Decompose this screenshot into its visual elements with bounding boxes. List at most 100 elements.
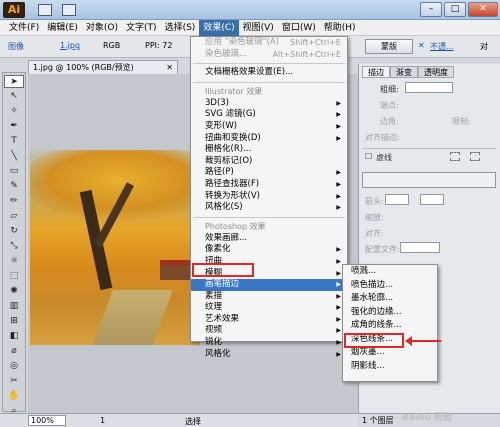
close-button[interactable]: ✕ [468,2,498,17]
submenu-arrow-icon: ▶ [336,169,341,177]
menu-item-warp[interactable]: 变形(W) ▶ [191,121,347,133]
menu-item-svg-filters[interactable]: SVG 滤镜(G) ▶ [191,109,347,121]
menu-window[interactable]: 窗口(W) [278,20,320,36]
magic-wand-tool-icon[interactable]: ✧ [4,105,24,118]
warp-tool-icon[interactable]: ☼ [4,255,24,268]
profile-label: 配置文件: [365,245,400,254]
submenu-item-ink-outlines[interactable]: 墨水轮廓... [343,292,437,306]
menu-item-3d[interactable]: 3D(3) ▶ [191,98,347,110]
mesh-tool-icon[interactable]: ⊞ [4,315,24,328]
menu-item-path[interactable]: 路径(P) ▶ [191,167,347,179]
page-number[interactable]: 1 [100,416,105,425]
graph-tool-icon[interactable]: ▥ [4,300,24,313]
menu-type[interactable]: 文字(T) [122,20,161,36]
menu-item-stylize-ai[interactable]: 风格化(S) ▶ [191,202,347,214]
submenu-arrow-icon: ▶ [336,99,341,107]
rectangle-tool-icon[interactable]: ▭ [4,165,24,178]
submenu-item-spatter[interactable]: 喷溅... [343,265,437,279]
direct-selection-tool-icon[interactable]: ↖ [4,90,24,103]
menu-item-sharpen[interactable]: 锐化 ▶ [191,337,347,349]
weight-field[interactable] [405,82,453,93]
selection-tool-icon[interactable]: ➤ [4,75,24,88]
document-raster-settings-item[interactable]: 文档栅格效果设置(E)... [191,67,347,79]
scale-tool-icon[interactable]: ⤡ [4,240,24,253]
menu-edit[interactable]: 编辑(E) [43,20,82,36]
apply-last-effect-item[interactable]: 应用 "染色玻璃"(A) Shift+Ctrl+E [191,37,347,49]
menu-item-stylize-ps[interactable]: 风格化 ▶ [191,349,347,361]
line-tool-icon[interactable]: ╲ [4,150,24,163]
bridge-icon[interactable] [38,4,52,16]
mask-button[interactable]: 蒙版 [365,39,413,54]
panel-divider [362,148,496,149]
menu-item-crop-marks[interactable]: 裁剪标记(O) [191,156,347,168]
document-tab[interactable]: 1.jpg @ 100% (RGB/预览) ✕ [28,60,178,74]
link-text[interactable]: 对 [480,41,488,52]
menu-item-artistic[interactable]: 艺术效果 ▶ [191,314,347,326]
file-name-link[interactable]: 1.jpg [60,41,80,50]
menu-item-pixelate[interactable]: 像素化 ▶ [191,244,347,256]
symbol-sprayer-tool-icon[interactable]: ✺ [4,285,24,298]
profile-select[interactable] [400,242,440,253]
dash-gap-fields[interactable] [362,172,496,188]
submenu-item-angled-strokes[interactable]: 成角的线条... [343,319,437,333]
ppi-value: PPI: 72 [145,41,173,50]
menu-item-pathfinder[interactable]: 路径查找器(F) ▶ [191,179,347,191]
tab-stroke[interactable]: 描边 [362,66,390,78]
dash-style-icon[interactable] [450,152,460,161]
minimize-button[interactable]: – [420,2,442,17]
red-arrow-icon [405,336,441,346]
last-effect-item[interactable]: 染色玻璃... Alt+Shift+Ctrl+E [191,49,347,61]
submenu-item-accented-edges[interactable]: 强化的边缘... [343,306,437,320]
arrow-end-select[interactable] [420,194,444,205]
dash-style2-icon[interactable] [470,152,480,161]
scale-label: 缩放: [365,213,384,222]
menu-object[interactable]: 对象(O) [82,20,122,36]
menu-item-sketch[interactable]: 素描 ▶ [191,291,347,303]
pencil-tool-icon[interactable]: ✏ [4,195,24,208]
opacity-x-icon[interactable]: ✕ [418,41,425,50]
gradient-tool-icon[interactable]: ◧ [4,330,24,343]
submenu-arrow-icon: ▶ [336,339,341,347]
illustrator-logo: Ai [3,2,25,18]
menu-file[interactable]: 文件(F) [5,20,43,36]
pen-tool-icon[interactable]: ✒ [4,120,24,133]
submenu-item-sumi-e[interactable]: 烟灰墨... [343,346,437,360]
menu-effect[interactable]: 效果(C) [199,19,239,36]
zoom-level[interactable]: 100% [28,415,66,426]
submenu-arrow-icon: ▶ [336,257,341,265]
dashed-line-checkbox[interactable]: ☐ [365,152,372,161]
rotate-tool-icon[interactable]: ↻ [4,225,24,238]
menu-item-brush-strokes[interactable]: 画笔描边 ▶ [191,279,347,291]
free-transform-tool-icon[interactable]: ⬚ [4,270,24,283]
tab-gradient[interactable]: 渐变 [390,66,418,78]
weight-label: 粗细: [380,85,399,94]
menu-item-effect-gallery[interactable]: 效果画廊... [191,233,347,245]
dark-strokes-highlight-box [344,333,404,348]
blend-tool-icon[interactable]: ◎ [4,360,24,373]
document-close-icon[interactable]: ✕ [166,61,173,74]
paintbrush-tool-icon[interactable]: ✎ [4,180,24,193]
brush-strokes-highlight-box [192,263,254,277]
eraser-tool-icon[interactable]: ▱ [4,210,24,223]
window-controls: – □ ✕ [420,2,498,17]
menu-item-video[interactable]: 视频 ▶ [191,325,347,337]
slice-tool-icon[interactable]: ✂ [4,375,24,388]
arrow-start-select[interactable] [385,194,409,205]
hand-tool-icon[interactable]: ✋ [4,390,24,403]
menu-select[interactable]: 选择(S) [161,20,200,36]
menu-item-texture[interactable]: 纹理 ▶ [191,302,347,314]
arrange-documents-icon[interactable] [62,4,76,16]
menu-item-rasterize[interactable]: 栅格化(R)... [191,144,347,156]
opacity-link[interactable]: 不透... [430,41,454,52]
type-tool-icon[interactable]: T [4,135,24,148]
menu-help[interactable]: 帮助(H) [320,20,360,36]
submenu-item-crosshatch[interactable]: 阴影线... [343,360,437,374]
menu-item-convert-to-shape[interactable]: 转换为形状(V) ▶ [191,191,347,203]
submenu-item-sprayed-strokes[interactable]: 喷色描边... [343,279,437,293]
menu-item-distort-transform[interactable]: 扭曲和变换(D) ▶ [191,133,347,145]
tab-transparency[interactable]: 透明度 [418,66,454,78]
maximize-button[interactable]: □ [444,2,466,17]
autumn-tree-photo[interactable] [30,150,200,345]
menu-view[interactable]: 视图(V) [239,20,278,36]
eyedropper-tool-icon[interactable]: ⌀ [4,345,24,358]
